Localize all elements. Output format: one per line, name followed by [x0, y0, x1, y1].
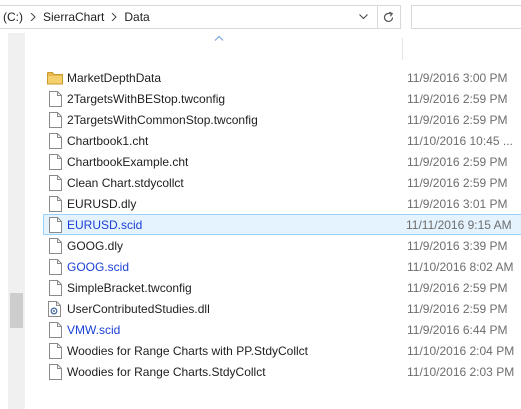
breadcrumb-drive[interactable]: (C:)	[0, 10, 26, 24]
date-modified: 11/10/2016 10:45 ...	[407, 133, 513, 148]
file-row[interactable]: GOOG.scid 11/10/2016 8:02 AM	[44, 256, 521, 277]
breadcrumb-data[interactable]: Data	[121, 10, 152, 24]
date-modified: 11/9/2016 2:59 PM	[407, 280, 508, 295]
search-input[interactable]	[412, 6, 521, 28]
file-icon	[47, 258, 63, 275]
file-row[interactable]: 2TargetsWithCommonStop.twconfig 11/9/2016…	[44, 109, 521, 130]
file-name: 2TargetsWithBEStop.twconfig	[67, 91, 226, 106]
date-modified: 11/9/2016 2:59 PM	[407, 91, 508, 106]
scrollbar-thumb[interactable]	[10, 293, 23, 328]
address-history-button[interactable]	[353, 6, 373, 28]
file-row[interactable]: Chartbook1.cht 11/10/2016 10:45 ...	[44, 130, 521, 151]
file-name: Chartbook1.cht	[67, 133, 149, 148]
file-name: 2TargetsWithCommonStop.twconfig	[67, 112, 258, 127]
file-row[interactable]: SimpleBracket.twconfig 11/9/2016 2:59 PM	[44, 277, 521, 298]
file-row[interactable]: GOOG.dly 11/9/2016 3:39 PM	[44, 235, 521, 256]
chevron-right-icon[interactable]	[107, 6, 121, 28]
file-icon	[47, 321, 63, 338]
chevron-down-icon	[358, 14, 368, 20]
file-icon	[47, 174, 63, 191]
file-row[interactable]: Woodies for Range Charts with PP.StdyCol…	[44, 340, 521, 361]
file-icon	[47, 132, 63, 149]
date-modified: 11/9/2016 3:00 PM	[407, 70, 508, 85]
date-modified: 11/10/2016 2:04 PM	[407, 343, 515, 358]
file-name: Woodies for Range Charts with PP.StdyCol…	[67, 343, 309, 358]
refresh-button[interactable]	[377, 6, 399, 28]
file-name: UserContributedStudies.dll	[67, 301, 210, 316]
date-modified: 11/9/2016 6:44 PM	[407, 322, 508, 337]
file-row[interactable]: 2TargetsWithBEStop.twconfig 11/9/2016 2:5…	[44, 88, 521, 109]
file-name: GOOG.scid	[67, 259, 130, 274]
file-row[interactable]: Woodies for Range Charts.StdyCollct 11/10…	[44, 361, 521, 382]
vertical-scrollbar[interactable]	[8, 33, 25, 409]
address-bar[interactable]: (C:) SierraChart Data	[0, 5, 401, 29]
folder-icon	[47, 70, 63, 86]
date-modified: 11/9/2016 2:59 PM	[407, 154, 508, 169]
file-name: EURUSD.dly	[67, 196, 137, 211]
file-row[interactable]: VMW.scid 11/9/2016 6:44 PM	[44, 319, 521, 340]
date-modified: 11/9/2016 2:59 PM	[407, 112, 508, 127]
file-row[interactable]: Clean Chart.stdycollct 11/9/2016 2:59 PM	[44, 172, 521, 193]
date-modified: 11/10/2016 2:03 PM	[407, 364, 515, 379]
sort-ascending-icon[interactable]	[214, 34, 224, 42]
date-modified: 11/11/2016 9:15 AM	[406, 217, 512, 232]
file-name: SimpleBracket.twconfig	[67, 280, 192, 295]
file-icon	[47, 111, 63, 128]
breadcrumb: (C:) SierraChart Data	[0, 6, 153, 28]
dll-file-icon	[47, 300, 63, 317]
file-name: ChartbookExample.cht	[67, 154, 189, 169]
refresh-icon	[383, 11, 394, 22]
file-row[interactable]: ChartbookExample.cht 11/9/2016 2:59 PM	[44, 151, 521, 172]
file-icon	[47, 153, 63, 170]
date-modified: 11/10/2016 8:02 AM	[407, 259, 514, 274]
date-modified: 11/9/2016 2:59 PM	[407, 301, 508, 316]
file-list: MarketDepthData 11/9/2016 3:00 PM 2Targets…	[43, 67, 521, 382]
breadcrumb-sierrachart[interactable]: SierraChart	[40, 10, 107, 24]
file-icon	[47, 342, 63, 359]
file-name: EURUSD.scid	[67, 217, 143, 232]
file-name: Clean Chart.stdycollct	[67, 175, 184, 190]
file-name: Woodies for Range Charts.StdyCollct	[67, 364, 266, 379]
search-box[interactable]	[411, 5, 521, 29]
file-name: MarketDepthData	[67, 70, 162, 85]
file-icon	[47, 237, 63, 254]
file-name: GOOG.dly	[67, 238, 124, 253]
file-icon	[47, 363, 63, 380]
file-icon	[47, 216, 63, 233]
column-divider[interactable]	[402, 38, 403, 60]
file-icon	[47, 90, 63, 107]
date-modified: 11/9/2016 3:01 PM	[407, 196, 508, 211]
date-modified: 11/9/2016 2:59 PM	[407, 175, 508, 190]
file-icon	[47, 279, 63, 296]
file-icon	[47, 195, 63, 212]
chevron-right-icon[interactable]	[26, 6, 40, 28]
date-modified: 11/9/2016 3:39 PM	[407, 238, 508, 253]
folder-row[interactable]: MarketDepthData 11/9/2016 3:00 PM	[44, 67, 521, 88]
file-name: VMW.scid	[67, 322, 121, 337]
file-row[interactable]: EURUSD.dly 11/9/2016 3:01 PM	[44, 193, 521, 214]
file-row[interactable]: UserContributedStudies.dll 11/9/2016 2:59…	[44, 298, 521, 319]
file-row[interactable]: EURUSD.scid 11/11/2016 9:15 AM	[43, 214, 521, 235]
